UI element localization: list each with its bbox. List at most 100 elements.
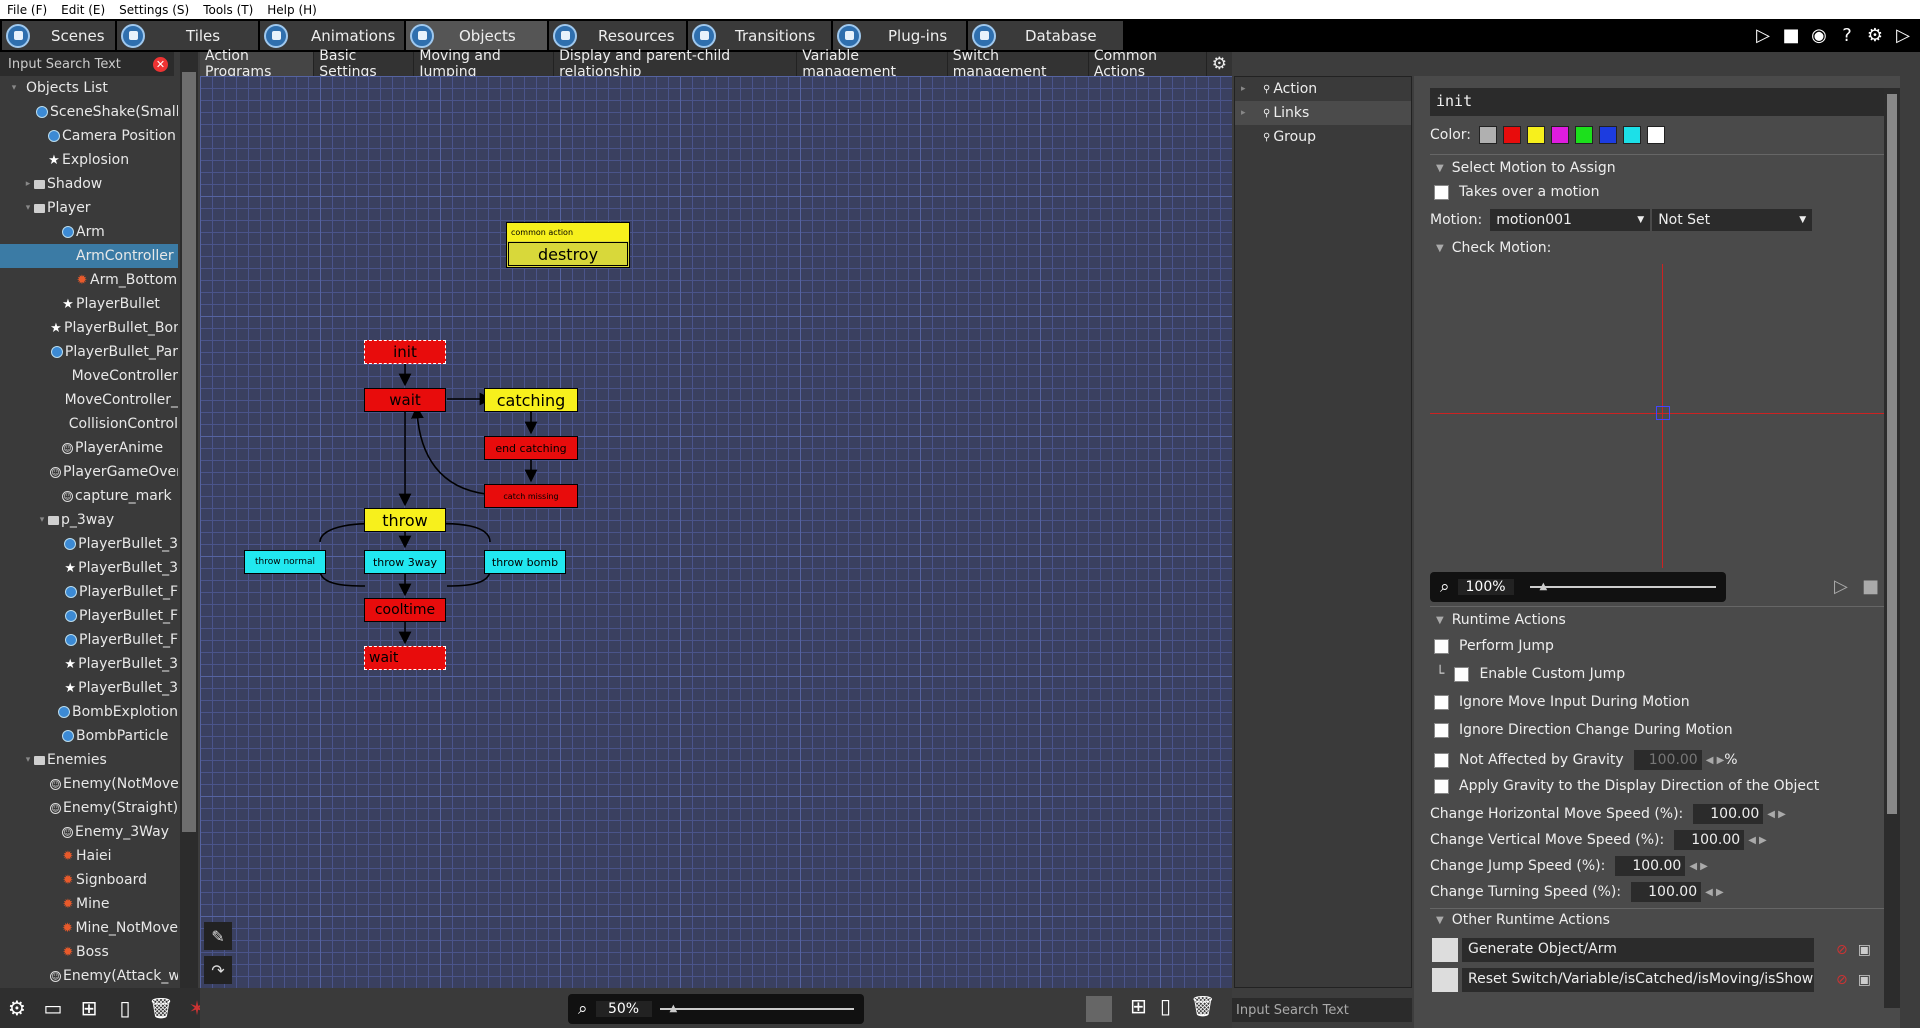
- layout-icon[interactable]: [1086, 996, 1112, 1022]
- pen-tool-icon[interactable]: ✎: [204, 922, 232, 950]
- select-motion-section[interactable]: ▼ Select Motion to Assign: [1436, 160, 1616, 176]
- tree-item[interactable]: PlayerBullet_3: [0, 532, 178, 556]
- node-cooltime[interactable]: cooltime: [364, 598, 446, 622]
- expand-arrow-icon[interactable]: ▾: [22, 203, 34, 213]
- tab-scenes[interactable]: Scenes: [2, 21, 115, 50]
- tree-item[interactable]: ▾ p_3way: [0, 508, 178, 532]
- subtab-basic-settings[interactable]: Basic Settings: [314, 48, 415, 80]
- not-gravity-checkbox[interactable]: [1434, 752, 1449, 768]
- menu-file[interactable]: File (F): [0, 3, 54, 17]
- tree-item[interactable]: Camera Position: [0, 124, 178, 148]
- trash-icon[interactable]: 🗑: [148, 995, 174, 1021]
- tree-item[interactable]: ✹ Arm_Bottom: [0, 268, 178, 292]
- node-init[interactable]: init: [364, 340, 446, 364]
- add-folder-icon[interactable]: ⊞: [1130, 994, 1147, 1018]
- menu-help[interactable]: Help (H): [260, 3, 324, 17]
- zoom-slider-thumb[interactable]: ▲: [670, 1003, 678, 1014]
- edit-icon[interactable]: ▣: [1858, 942, 1871, 958]
- properties-scrollbar[interactable]: [1884, 88, 1900, 1008]
- drag-handle-icon[interactable]: [1432, 938, 1458, 962]
- zoom-icon[interactable]: ⌕: [578, 999, 588, 1019]
- tree-item[interactable]: ✹ Signboard: [0, 868, 178, 892]
- ignore-move-checkbox[interactable]: [1434, 694, 1449, 710]
- objects-search-input[interactable]: Input Search Text ✕: [0, 52, 174, 76]
- preview-stop-icon[interactable]: ■: [1862, 576, 1879, 597]
- tree-item[interactable]: ☺ Enemy(Attack_w: [0, 964, 178, 988]
- jump-speed-input[interactable]: 100.00: [1615, 856, 1686, 876]
- tree-item[interactable]: MoveController: [0, 364, 178, 388]
- subtab-display-parent[interactable]: Display and parent-child relationship: [554, 48, 798, 80]
- tree-item[interactable]: PlayerBullet_Par: [0, 340, 178, 364]
- tree-item[interactable]: MoveController_: [0, 388, 178, 412]
- tree-item[interactable]: CollisionControl: [0, 412, 178, 436]
- h-speed-input[interactable]: 100.00: [1693, 804, 1764, 824]
- menu-edit[interactable]: Edit (E): [54, 3, 112, 17]
- gear-icon[interactable]: ⚙: [1207, 52, 1232, 76]
- other-action-row[interactable]: Reset Switch/Variable/isCatched/isMoving…: [1432, 968, 1871, 992]
- subtab-variable-management[interactable]: Variable management: [797, 48, 948, 80]
- tree-item[interactable]: ★ PlayerBullet_3: [0, 676, 178, 700]
- tree-item[interactable]: ☺ capture_mark: [0, 484, 178, 508]
- globe-icon[interactable]: ◉: [1808, 25, 1830, 47]
- runtime-actions-section[interactable]: ▼ Runtime Actions: [1436, 612, 1566, 628]
- tree-item[interactable]: ☺ PlayerAnime: [0, 436, 178, 460]
- other-action-label[interactable]: Generate Object/Arm: [1462, 938, 1814, 962]
- tree-item[interactable]: PlayerBullet_F: [0, 580, 178, 604]
- tree-item[interactable]: ✹ Haiei: [0, 844, 178, 868]
- node-catching[interactable]: catching: [484, 388, 578, 412]
- node-destroy[interactable]: destroy: [508, 242, 628, 266]
- check-motion-section[interactable]: ▼ Check Motion:: [1436, 240, 1551, 256]
- node-throw[interactable]: throw: [364, 508, 446, 532]
- tab-resources[interactable]: Resources: [549, 21, 686, 50]
- tree-item[interactable]: PlayerBullet_F: [0, 604, 178, 628]
- node-wait-1[interactable]: wait: [364, 388, 446, 412]
- menu-tools[interactable]: Tools (T): [196, 3, 260, 17]
- other-action-label[interactable]: Reset Switch/Variable/isCatched/isMoving…: [1462, 968, 1814, 992]
- tree-item[interactable]: ✹ Mine: [0, 892, 178, 916]
- subtab-common-actions[interactable]: Common Actions: [1089, 48, 1207, 80]
- zoom-value[interactable]: 50%: [595, 1001, 652, 1017]
- objects-scrollbar[interactable]: [180, 52, 198, 988]
- tree-item[interactable]: ★ PlayerBullet_3: [0, 556, 178, 580]
- stepper-icon[interactable]: ◀ ▶: [1689, 861, 1708, 872]
- trash-icon[interactable]: 🗑: [1190, 994, 1215, 1018]
- color-swatch[interactable]: [1551, 126, 1570, 144]
- tree-item[interactable]: ▸ Shadow: [0, 172, 178, 196]
- tab-animations[interactable]: Animations: [260, 21, 404, 50]
- tab-transitions[interactable]: Transitions: [688, 21, 831, 50]
- tree-item[interactable]: ☺ Enemy_3Way: [0, 820, 178, 844]
- stepper-icon[interactable]: ◀ ▶: [1767, 809, 1786, 820]
- tree-item[interactable]: ✹ Mine_NotMove: [0, 916, 178, 940]
- takes-over-checkbox[interactable]: [1434, 184, 1449, 200]
- preview-zoom-value[interactable]: 100%: [1457, 579, 1514, 595]
- preview-play-icon[interactable]: ▷: [1834, 576, 1848, 597]
- tab-objects[interactable]: Objects: [406, 21, 547, 50]
- tree-item-action[interactable]: ▸ ⚲ Action: [1235, 77, 1411, 101]
- v-speed-input[interactable]: 100.00: [1674, 830, 1745, 850]
- menu-settings[interactable]: Settings (S): [112, 3, 196, 17]
- stepper-icon[interactable]: ◀ ▶: [1706, 755, 1725, 766]
- node-throw-bomb[interactable]: throw bomb: [484, 550, 566, 574]
- tree-item[interactable]: ★ Explosion: [0, 148, 178, 172]
- color-swatch[interactable]: [1503, 126, 1522, 144]
- gear-icon[interactable]: ⚙: [1864, 25, 1886, 47]
- node-wait-2[interactable]: wait: [364, 646, 446, 670]
- gravity-value-input[interactable]: 100.00: [1633, 750, 1702, 770]
- tree-item[interactable]: ✹ Boss: [0, 940, 178, 964]
- expand-arrow-icon[interactable]: ▸: [22, 179, 34, 189]
- tree-item-links[interactable]: ▸ ⚲ Links: [1235, 101, 1411, 125]
- drag-handle-icon[interactable]: [1432, 968, 1458, 992]
- action-search-input[interactable]: Input Search Text✕: [1232, 998, 1426, 1022]
- turn-speed-input[interactable]: 100.00: [1631, 882, 1702, 902]
- apply-gravity-checkbox[interactable]: [1434, 778, 1449, 794]
- subtab-action-programs[interactable]: Action Programs: [200, 48, 315, 80]
- tree-item[interactable]: SceneShake(Small): [0, 100, 178, 124]
- run-icon[interactable]: ▷: [1892, 25, 1914, 47]
- stop-icon[interactable]: ■: [1780, 25, 1802, 47]
- action-name-input[interactable]: init: [1430, 88, 1886, 116]
- tree-item[interactable]: Arm: [0, 220, 178, 244]
- color-swatch[interactable]: [1647, 126, 1666, 144]
- node-end-catching[interactable]: end catching: [484, 436, 578, 460]
- subtab-switch-management[interactable]: Switch management: [948, 48, 1089, 80]
- stepper-icon[interactable]: ◀ ▶: [1748, 835, 1767, 846]
